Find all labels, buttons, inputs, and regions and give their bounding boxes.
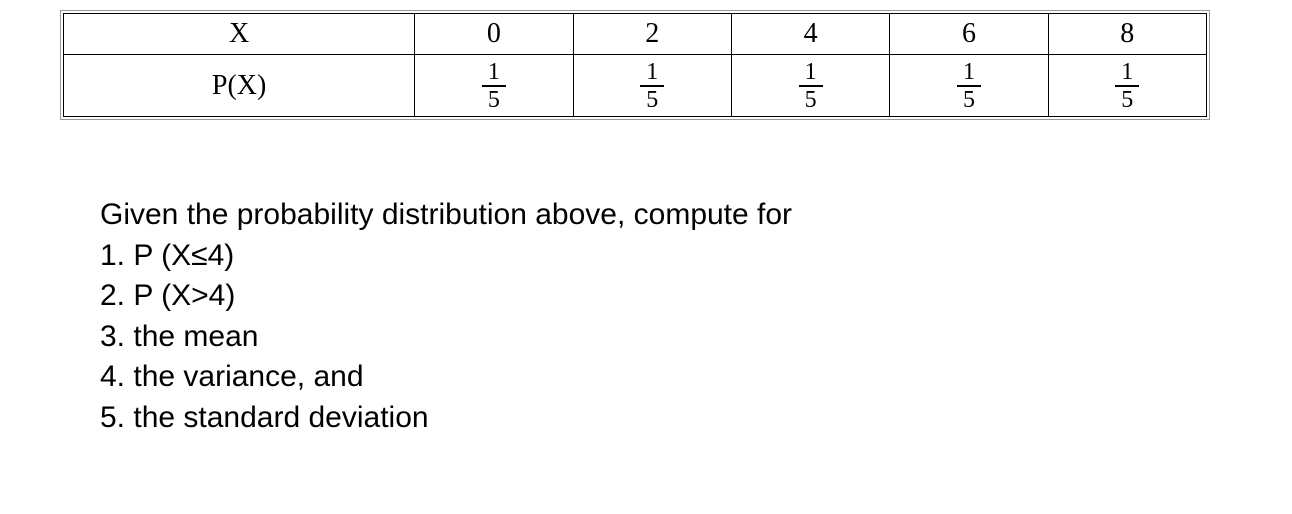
- fraction: 1 5: [957, 60, 981, 112]
- question-content: Given the probability distribution above…: [100, 195, 1232, 438]
- table-row: P(X) 1 5 1 5 1 5 1: [64, 55, 1207, 117]
- fraction-denominator: 5: [799, 85, 823, 112]
- fraction-denominator: 5: [482, 85, 506, 112]
- fraction: 1 5: [640, 60, 664, 112]
- p-value-cell: 1 5: [1048, 55, 1206, 117]
- row-header-x: X: [64, 14, 415, 55]
- fraction: 1 5: [799, 60, 823, 112]
- question-item: 5. the standard deviation: [100, 398, 1232, 439]
- fraction-numerator: 1: [1115, 60, 1139, 85]
- fraction-denominator: 5: [640, 85, 664, 112]
- distribution-table-wrapper: X 0 2 4 6 8 P(X) 1 5 1 5: [60, 10, 1210, 120]
- x-value-cell: 2: [573, 14, 731, 55]
- x-value-cell: 0: [415, 14, 573, 55]
- distribution-table: X 0 2 4 6 8 P(X) 1 5 1 5: [63, 13, 1207, 117]
- fraction-denominator: 5: [1115, 85, 1139, 112]
- p-value-cell: 1 5: [415, 55, 573, 117]
- table-row: X 0 2 4 6 8: [64, 14, 1207, 55]
- fraction-numerator: 1: [799, 60, 823, 85]
- question-item: 4. the variance, and: [100, 357, 1232, 398]
- row-header-px: P(X): [64, 55, 415, 117]
- fraction: 1 5: [1115, 60, 1139, 112]
- intro-text: Given the probability distribution above…: [100, 195, 1232, 236]
- x-value-cell: 4: [731, 14, 889, 55]
- p-value-cell: 1 5: [573, 55, 731, 117]
- fraction: 1 5: [482, 60, 506, 112]
- fraction-numerator: 1: [640, 60, 664, 85]
- fraction-numerator: 1: [482, 60, 506, 85]
- x-value-cell: 6: [890, 14, 1048, 55]
- x-value-cell: 8: [1048, 14, 1206, 55]
- question-item: 2. P (X>4): [100, 276, 1232, 317]
- p-value-cell: 1 5: [890, 55, 1048, 117]
- fraction-denominator: 5: [957, 85, 981, 112]
- p-value-cell: 1 5: [731, 55, 889, 117]
- question-item: 1. P (X≤4): [100, 236, 1232, 277]
- question-item: 3. the mean: [100, 317, 1232, 358]
- fraction-numerator: 1: [957, 60, 981, 85]
